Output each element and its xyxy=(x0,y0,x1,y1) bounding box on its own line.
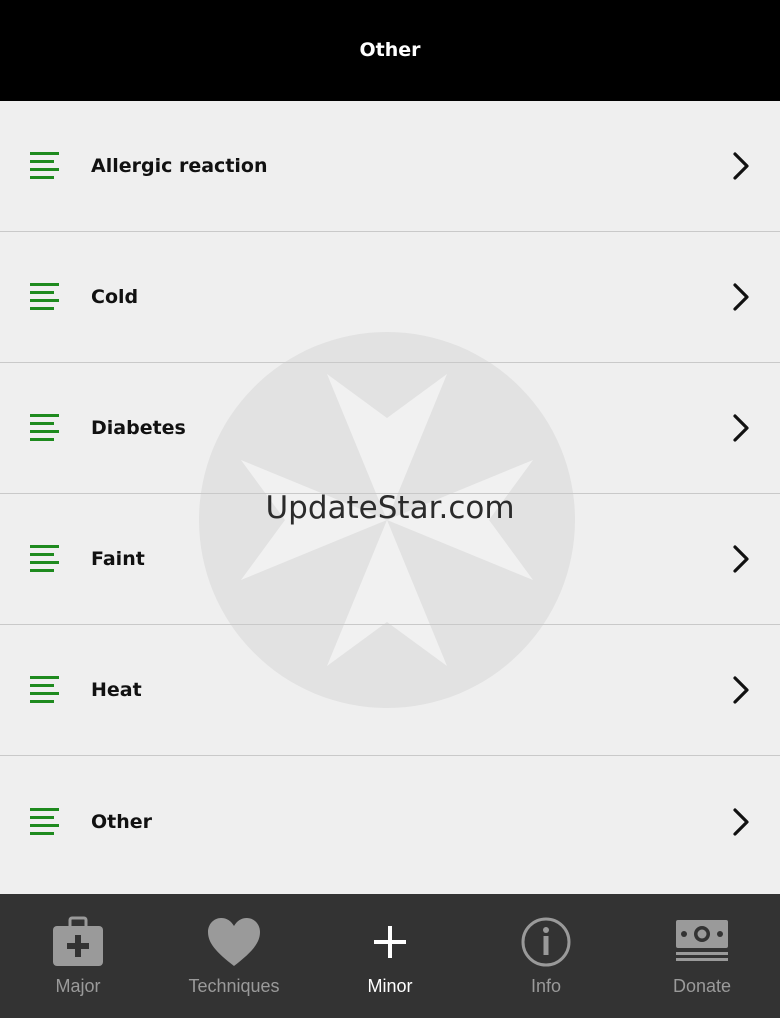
tab-donate[interactable]: Donate xyxy=(624,894,780,1018)
list-item-label: Faint xyxy=(91,548,145,570)
chevron-right-icon xyxy=(733,152,749,180)
tab-minor[interactable]: Minor xyxy=(312,894,468,1018)
list-item-label: Other xyxy=(91,811,153,833)
list-item[interactable]: Faint xyxy=(0,494,780,625)
chevron-right-icon xyxy=(733,414,749,442)
tab-label: Minor xyxy=(367,976,413,996)
list-item[interactable]: Cold xyxy=(0,232,780,363)
tab-label: Donate xyxy=(672,976,732,996)
list-lines-icon xyxy=(30,545,59,572)
cash-icon xyxy=(676,920,728,961)
nav-bar: Other xyxy=(0,0,780,101)
topic-list: Allergic reaction Cold Diabetes Faint He… xyxy=(0,101,780,888)
list-lines-icon xyxy=(30,414,59,441)
chevron-right-icon xyxy=(733,545,749,573)
list-item[interactable]: Diabetes xyxy=(0,363,780,494)
tab-info[interactable]: Info xyxy=(468,894,624,1018)
info-icon xyxy=(521,917,571,967)
plus-icon xyxy=(374,926,406,958)
list-lines-icon xyxy=(30,676,59,703)
list-lines-icon xyxy=(30,283,59,310)
tab-bar: Major Techniques Minor Info Donate xyxy=(0,894,780,1018)
heart-icon xyxy=(208,918,260,966)
chevron-right-icon xyxy=(733,808,749,836)
tab-major[interactable]: Major xyxy=(0,894,156,1018)
page-title: Other xyxy=(359,38,421,61)
tab-techniques[interactable]: Techniques xyxy=(156,894,312,1018)
list-item-label: Heat xyxy=(91,679,142,701)
chevron-right-icon xyxy=(733,676,749,704)
list-item-label: Allergic reaction xyxy=(91,155,268,177)
list-lines-icon xyxy=(30,808,59,835)
list-item[interactable]: Allergic reaction xyxy=(0,101,780,232)
tab-label: Techniques xyxy=(188,976,280,996)
chevron-right-icon xyxy=(733,283,749,311)
list-item[interactable]: Heat xyxy=(0,625,780,756)
tab-label: Major xyxy=(55,976,101,996)
list-item[interactable]: Other xyxy=(0,756,780,888)
list-lines-icon xyxy=(30,152,59,179)
tab-label: Info xyxy=(530,976,562,996)
list-item-label: Cold xyxy=(91,286,139,308)
first-aid-kit-icon xyxy=(53,916,103,966)
app-screen: Other Allergic reaction Cold Diabetes Fa… xyxy=(0,0,780,1018)
list-item-label: Diabetes xyxy=(91,417,186,439)
